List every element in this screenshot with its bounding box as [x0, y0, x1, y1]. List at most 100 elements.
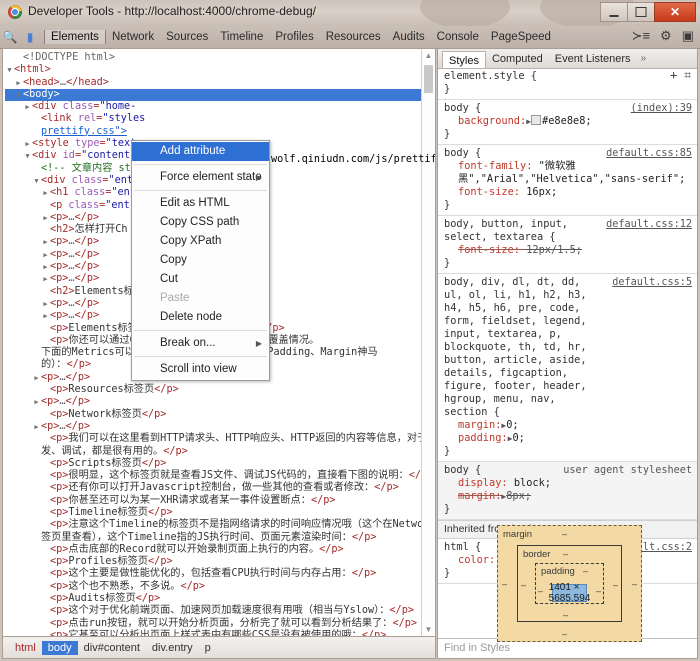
css-property-value[interactable]: block;: [514, 477, 551, 489]
close-button[interactable]: ✕: [654, 2, 696, 22]
css-property-name[interactable]: font-size:: [458, 186, 520, 198]
menu-item-copy[interactable]: Copy: [132, 251, 269, 270]
styles-tabs-overflow-icon[interactable]: »: [641, 53, 647, 64]
menu-item-force-element-state[interactable]: Force element state▶: [132, 168, 269, 187]
dock-icon[interactable]: ▣: [682, 28, 694, 44]
console-drawer-icon[interactable]: ≻≡: [632, 28, 650, 44]
breadcrumb-item-p[interactable]: p: [199, 641, 217, 655]
dom-node[interactable]: <p>点击底部的Record就可以开始录制页面上执行的内容。</p>: [5, 544, 422, 556]
dom-node[interactable]: <p>Profiles标签页</p>: [5, 556, 422, 568]
expand-triangle-closed-icon[interactable]: [41, 249, 50, 261]
css-property[interactable]: font-family: "微软雅黑","Arial","Helvetica",…: [444, 160, 693, 186]
menu-item-add-attribute[interactable]: Add attribute: [132, 142, 269, 161]
scroll-down-icon[interactable]: ▼: [422, 623, 435, 636]
expand-triangle-closed-icon[interactable]: [41, 273, 50, 285]
tab-resources[interactable]: Resources: [320, 30, 387, 44]
menu-item-scroll-into-view[interactable]: Scroll into view: [132, 360, 269, 379]
dom-node[interactable]: <p>我们可以在这里看到HTTP请求头、HTTP响应头、HTTP返回的内容等信息…: [5, 433, 422, 445]
dom-tree-scrollbar[interactable]: ▲ ▼: [421, 49, 435, 636]
dom-node[interactable]: <p>这个主要是做性能优化的，包括查看CPU执行时间与内存占用：</p>: [5, 568, 422, 580]
css-property-value[interactable]: 12px/1.5;: [526, 244, 582, 256]
padding-right-value[interactable]: –: [596, 586, 601, 596]
minimize-button[interactable]: [600, 2, 628, 22]
styles-tab-computed[interactable]: Computed: [486, 52, 549, 66]
css-property[interactable]: font-size: 12px/1.5;: [444, 244, 693, 257]
css-property[interactable]: background:▶#e8e8e8;: [444, 115, 693, 128]
expand-triangle-closed-icon[interactable]: [41, 212, 50, 224]
css-rule-selector[interactable]: body, div, dl, dt, dd, ul, ol, li, h1, h…: [444, 276, 693, 419]
breadcrumb-item-div-entry[interactable]: div.entry: [146, 641, 199, 655]
css-property-name[interactable]: margin:: [458, 490, 501, 502]
border-top-value[interactable]: –: [563, 549, 568, 559]
expand-triangle-closed-icon[interactable]: [32, 372, 41, 384]
dom-node[interactable]: <p>Network标签页</p>: [5, 409, 422, 421]
stylesheet-href-link[interactable]: wolf.qiniudn.com/js/prettify/: [271, 154, 436, 165]
css-property-name[interactable]: background:: [458, 115, 526, 127]
css-property-name[interactable]: padding:: [458, 432, 508, 444]
margin-top-value[interactable]: –: [562, 529, 567, 539]
styles-tab-event-listeners[interactable]: Event Listeners: [549, 52, 637, 66]
dom-node[interactable]: <p>点击run按钮，就可以开始分析页面，分析完了就可以看到分析结果了：</p>: [5, 618, 422, 630]
scrollbar-thumb[interactable]: [424, 65, 433, 93]
css-property-name[interactable]: display:: [458, 477, 508, 489]
dom-node[interactable]: <p>这个对于优化前端页面、加速网页加载速度很有用哦（相当与Yslow）：</p…: [5, 605, 422, 617]
expand-triangle-closed-icon[interactable]: [32, 421, 41, 433]
expand-triangle-closed-icon[interactable]: [41, 261, 50, 273]
dom-node[interactable]: prettify.css">: [5, 126, 422, 138]
tab-network[interactable]: Network: [106, 30, 160, 44]
menu-item-copy-css-path[interactable]: Copy CSS path: [132, 213, 269, 232]
expand-triangle-closed-icon[interactable]: [41, 236, 50, 248]
expand-triangle-closed-icon[interactable]: [14, 77, 23, 89]
css-property[interactable]: padding:▶0;: [444, 432, 693, 445]
dom-node-selected[interactable]: <body>: [5, 89, 422, 101]
expand-triangle-closed-icon[interactable]: [32, 396, 41, 408]
css-property-value[interactable]: 8px;: [506, 490, 531, 502]
tab-elements[interactable]: Elements: [44, 30, 106, 44]
breadcrumb-item-div-content[interactable]: div#content: [78, 641, 146, 655]
dom-node[interactable]: <p>很明显，这个标签页就是查看JS文件、调试JS代码的，直接看下图的说明：</…: [5, 470, 422, 482]
css-property[interactable]: font-size: 16px;: [444, 186, 693, 199]
css-rule-source-link[interactable]: default.css:85: [606, 147, 692, 160]
dom-node[interactable]: <link rel="styles: [5, 113, 422, 125]
breadcrumb-item-html[interactable]: html: [9, 641, 42, 655]
css-property-name[interactable]: color:: [458, 554, 495, 566]
border-right-value[interactable]: –: [613, 580, 618, 590]
dom-node[interactable]: <html>: [5, 64, 422, 76]
tab-sources[interactable]: Sources: [160, 30, 214, 44]
expand-triangle-open-icon[interactable]: [5, 64, 14, 76]
scroll-up-icon[interactable]: ▲: [422, 49, 435, 62]
menu-item-break-on[interactable]: Break on...▶: [132, 334, 269, 353]
box-model-border[interactable]: border – – – – padding – – – – 1401 × 56…: [517, 545, 622, 622]
dom-node[interactable]: <p>Scripts标签页</p>: [5, 458, 422, 470]
padding-top-value[interactable]: –: [583, 566, 588, 576]
css-property[interactable]: margin:▶8px;: [444, 490, 693, 503]
box-model-margin[interactable]: margin – – – – border – – – – padding – …: [497, 525, 642, 642]
menu-item-delete-node[interactable]: Delete node: [132, 308, 269, 327]
dom-node[interactable]: <head>…</head>: [5, 77, 422, 89]
menu-item-edit-as-html[interactable]: Edit as HTML: [132, 194, 269, 213]
tab-timeline[interactable]: Timeline: [214, 30, 269, 44]
tab-pagespeed[interactable]: PageSpeed: [485, 30, 557, 44]
element-style-selector[interactable]: element.style {: [444, 70, 693, 83]
maximize-button[interactable]: [627, 2, 655, 22]
menu-item-copy-xpath[interactable]: Copy XPath: [132, 232, 269, 251]
dom-node[interactable]: <p>…</p>: [5, 396, 422, 408]
menu-item-cut[interactable]: Cut: [132, 270, 269, 289]
dom-node[interactable]: <p>Resources标签页</p>: [5, 384, 422, 396]
css-property-value[interactable]: #e8e8e8;: [542, 115, 592, 127]
padding-left-value[interactable]: –: [538, 586, 543, 596]
device-toggle-icon[interactable]: ▮: [20, 30, 40, 44]
dom-node[interactable]: <div class="home-: [5, 101, 422, 113]
css-property-name[interactable]: font-size:: [458, 244, 520, 256]
expand-triangle-closed-icon[interactable]: [41, 310, 50, 322]
dom-node[interactable]: <p>这个也不熟悉，不多说。</p>: [5, 581, 422, 593]
dom-node[interactable]: 发、调试，都是很有用的。</p>: [5, 446, 422, 458]
expand-triangle-open-icon[interactable]: [32, 175, 41, 187]
expand-triangle-closed-icon[interactable]: [41, 187, 50, 199]
box-model-padding[interactable]: padding – – – – 1401 × 5685.594: [535, 563, 604, 604]
search-icon[interactable]: 🔍: [0, 30, 20, 44]
css-property-name[interactable]: margin:: [458, 419, 501, 431]
box-model-content-size[interactable]: 1401 × 5685.594: [552, 584, 587, 602]
border-left-value[interactable]: –: [521, 580, 526, 590]
dom-node[interactable]: 签页里查看），这个Timeline指的JS执行时间、页面元素渲染时间：</p>: [5, 532, 422, 544]
